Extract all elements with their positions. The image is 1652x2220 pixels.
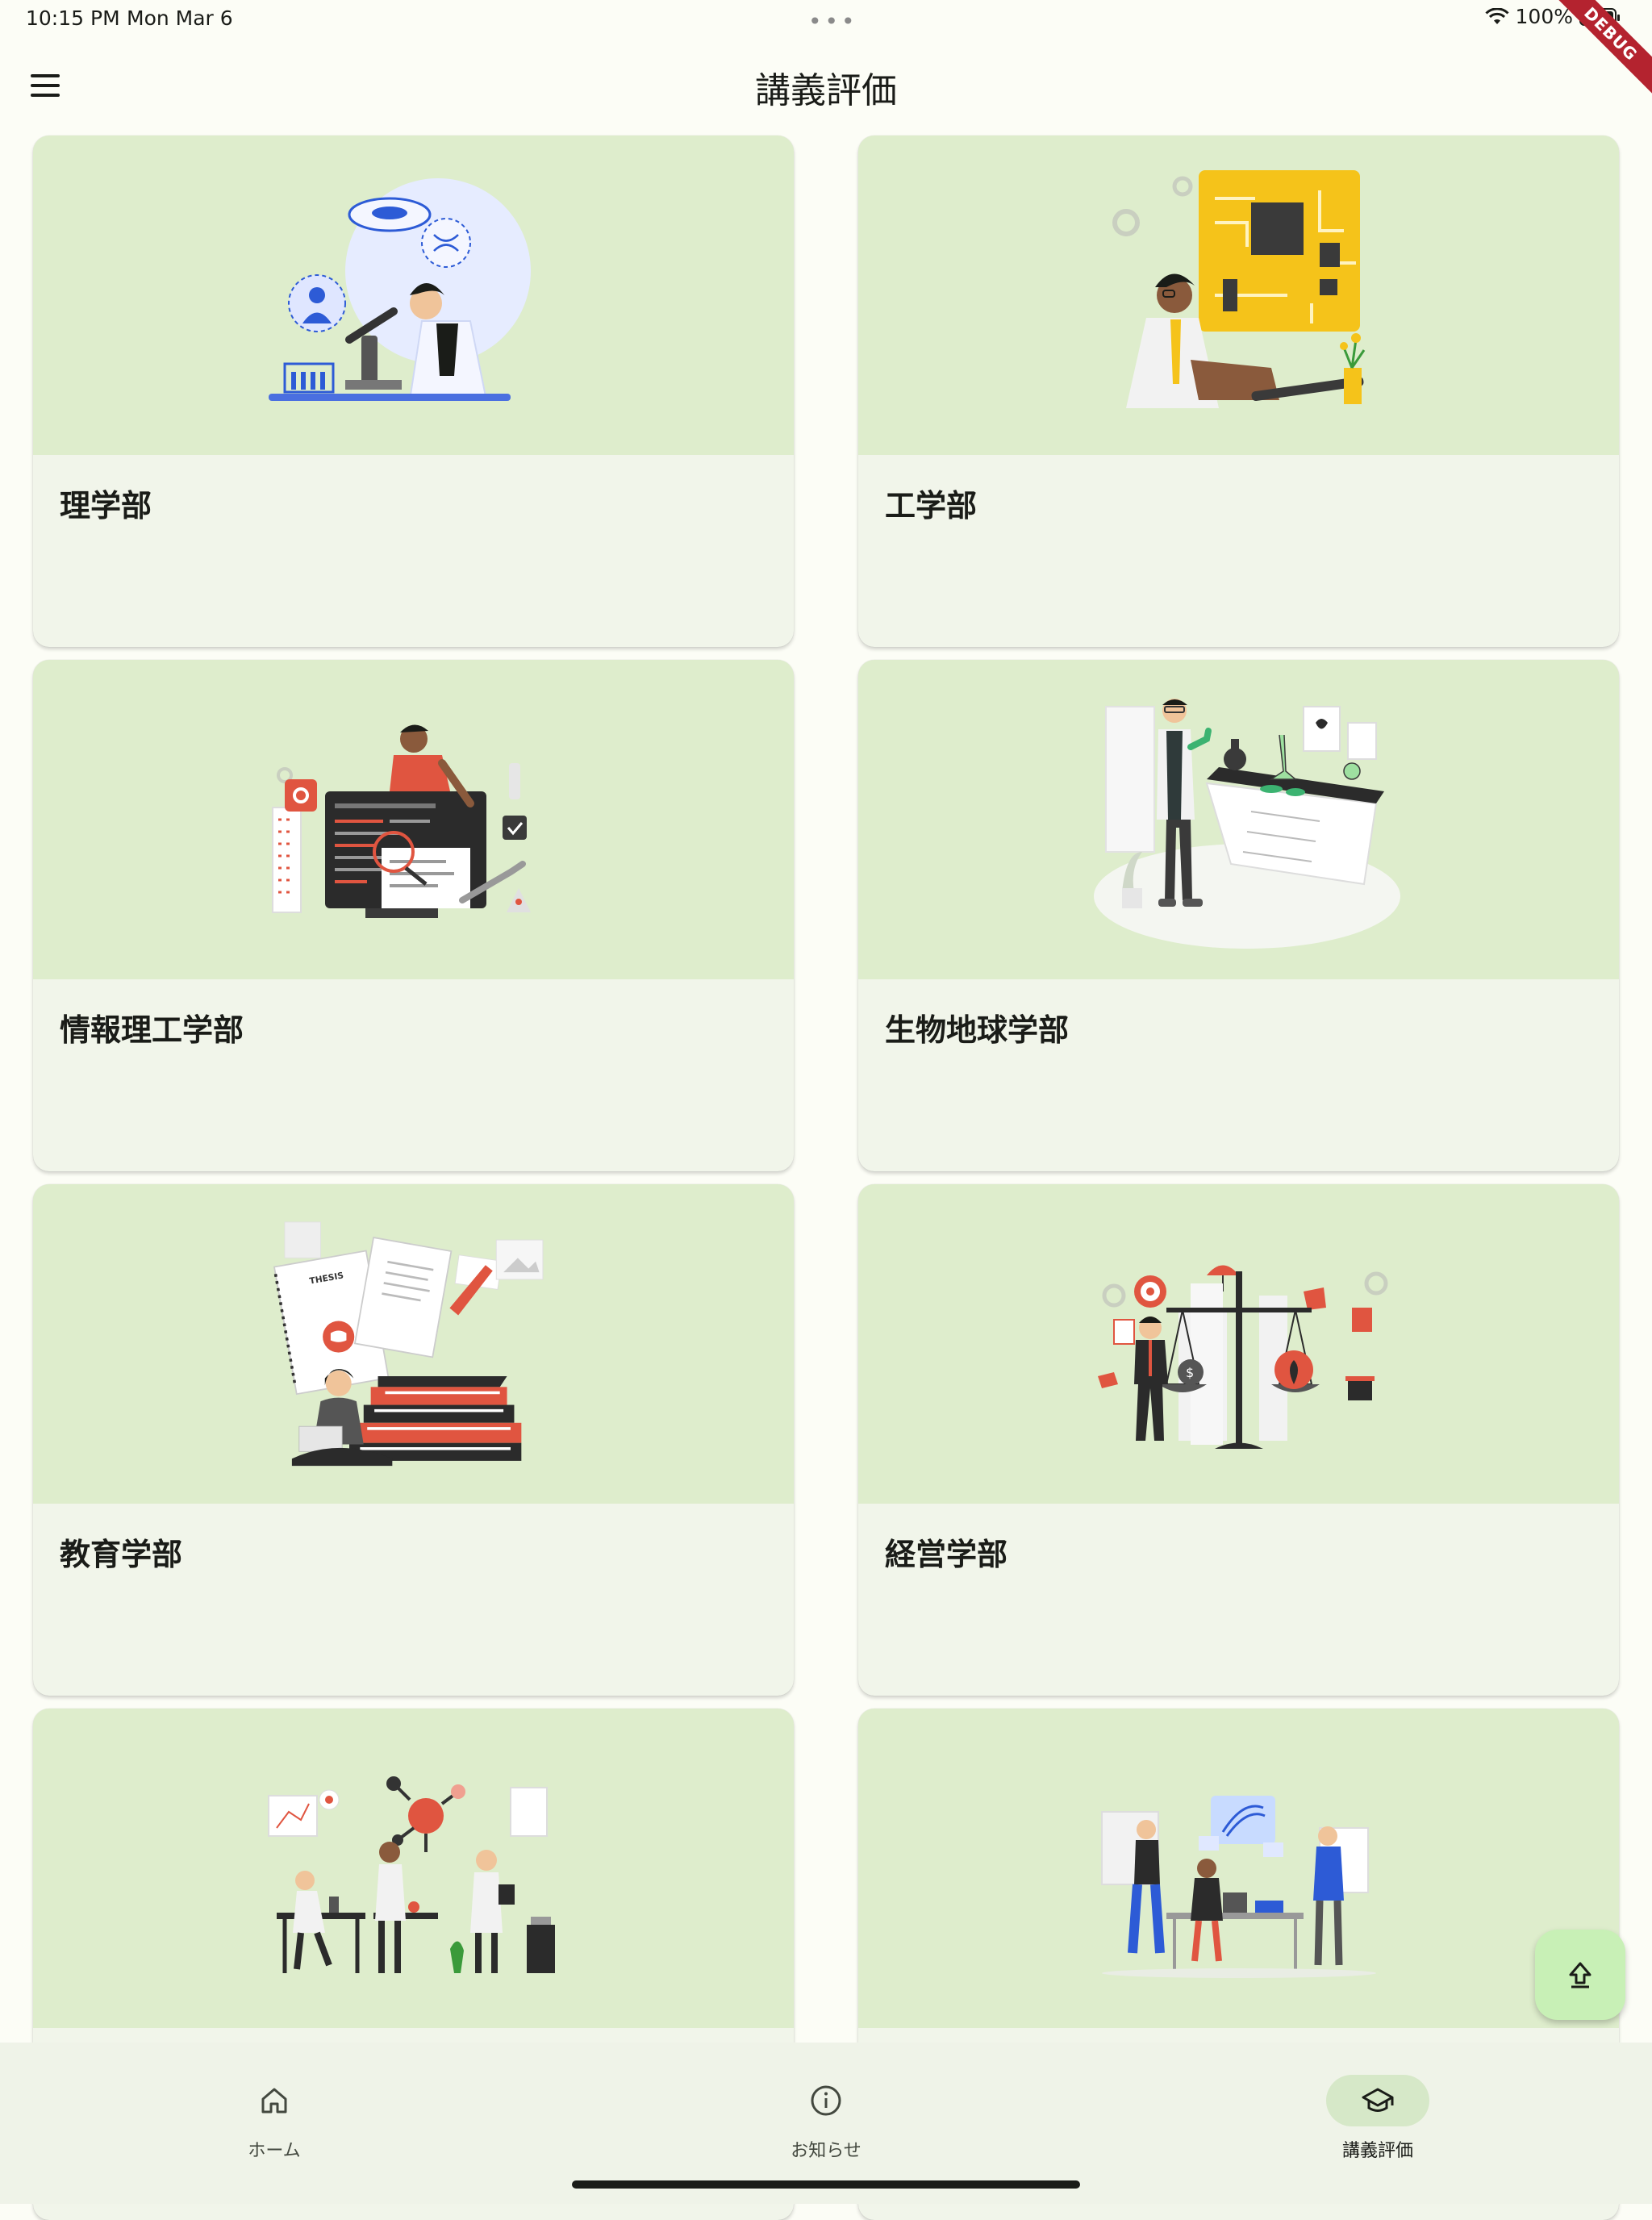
biologist-lab-illustration — [1093, 699, 1400, 949]
faculty-name: 生物地球学部 — [885, 1012, 1070, 1048]
card-illustration — [33, 1709, 794, 2028]
app-bar: 講義評価 — [0, 40, 1652, 129]
nav-label: 講義評価 — [1341, 2141, 1413, 2161]
home-indicator[interactable] — [572, 2180, 1080, 2189]
faculty-card-biosphere-geosphere[interactable]: 生物地球学部 — [858, 660, 1619, 1171]
info-icon — [811, 2085, 841, 2116]
page-title: 講義評価 — [755, 70, 897, 111]
faculty-name: 教育学部 — [60, 1537, 183, 1572]
scientist-microscope-illustration — [268, 178, 531, 401]
svg-text:$: $ — [1186, 1365, 1194, 1380]
faculty-card-management[interactable]: $ 経営学部 — [858, 1184, 1619, 1696]
student-thesis-books-illustration: THESIS — [273, 1221, 543, 1467]
battery-icon — [1579, 7, 1620, 26]
multitask-dots-icon[interactable]: ••• — [808, 8, 858, 35]
card-illustration — [858, 660, 1619, 979]
nav-item-course-evaluation[interactable]: 講義評価 — [1273, 2075, 1483, 2162]
status-date: Mon Mar 6 — [127, 6, 233, 30]
status-bar: 10:15 PM Mon Mar 6 ••• 100% — [0, 0, 1652, 40]
faculty-card-science[interactable]: 理学部 — [33, 136, 794, 647]
card-illustration — [858, 136, 1619, 455]
genetics-research-team-illustration — [1100, 1796, 1376, 1978]
engineer-circuit-illustration — [1112, 170, 1365, 408]
card-illustration: $ — [858, 1184, 1619, 1504]
upload-button[interactable] — [1535, 1930, 1625, 2020]
card-illustration — [858, 1709, 1619, 2028]
nav-label: お知らせ — [791, 2141, 861, 2161]
faculty-name: 工学部 — [885, 488, 978, 524]
card-illustration — [33, 660, 794, 979]
status-time: 10:15 PM — [26, 6, 120, 30]
faculty-name: 経営学部 — [885, 1537, 1008, 1572]
chemistry-lab-team-illustration — [267, 1776, 555, 1973]
battery-percent: 100% — [1515, 5, 1573, 28]
developer-computer-illustration — [271, 724, 531, 918]
faculty-card-information-science[interactable]: 情報理工学部 — [33, 660, 794, 1171]
bottom-navigation: ホーム お知らせ 講義評価 — [0, 2043, 1652, 2204]
wifi-icon — [1484, 7, 1509, 24]
school-icon — [1362, 2088, 1394, 2112]
faculty-name: 情報理工学部 — [60, 1012, 244, 1048]
faculty-card-engineering[interactable]: 工学部 — [858, 136, 1619, 647]
nav-item-notices[interactable]: お知らせ — [721, 2075, 931, 2162]
faculty-name: 理学部 — [60, 488, 152, 524]
home-icon — [261, 2088, 287, 2114]
card-illustration: THESIS — [33, 1184, 794, 1504]
card-illustration — [33, 136, 794, 455]
nav-label: ホーム — [248, 2141, 301, 2161]
faculty-card-education[interactable]: THESIS 教育学部 — [33, 1184, 794, 1696]
business-balance-scale-illustration: $ — [1097, 1265, 1387, 1449]
faculty-grid: 理学部 工学部 情報理工学部 生物地球学部 THESIS 教育学部 $ 経営学部 — [33, 136, 1619, 2220]
status-indicators: 100% — [1484, 5, 1620, 28]
upload-icon — [1569, 1962, 1592, 1988]
nav-item-home[interactable]: ホーム — [169, 2075, 379, 2162]
